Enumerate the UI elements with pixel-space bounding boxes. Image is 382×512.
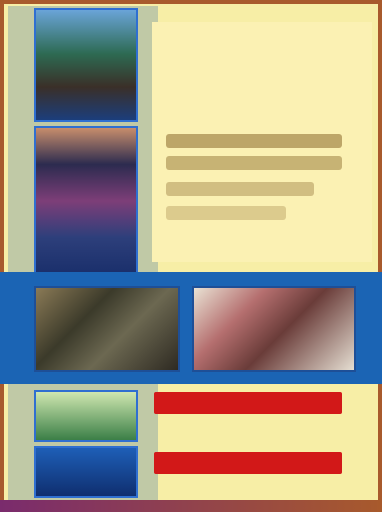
footer-strip [0,500,382,512]
thumbnail-1[interactable] [34,8,138,122]
info-row-1[interactable] [166,134,342,148]
thumbnail-2[interactable] [34,126,138,276]
featured-image-left[interactable] [34,286,180,372]
featured-band [0,272,382,384]
primary-action-button[interactable] [154,392,342,414]
thumbnail-3[interactable] [34,390,138,442]
info-row-2[interactable] [166,156,342,170]
thumbnail-4[interactable] [34,446,138,498]
info-row-3[interactable] [166,182,314,196]
featured-image-right[interactable] [192,286,356,372]
info-row-4[interactable] [166,206,286,220]
secondary-action-button[interactable] [154,452,342,474]
